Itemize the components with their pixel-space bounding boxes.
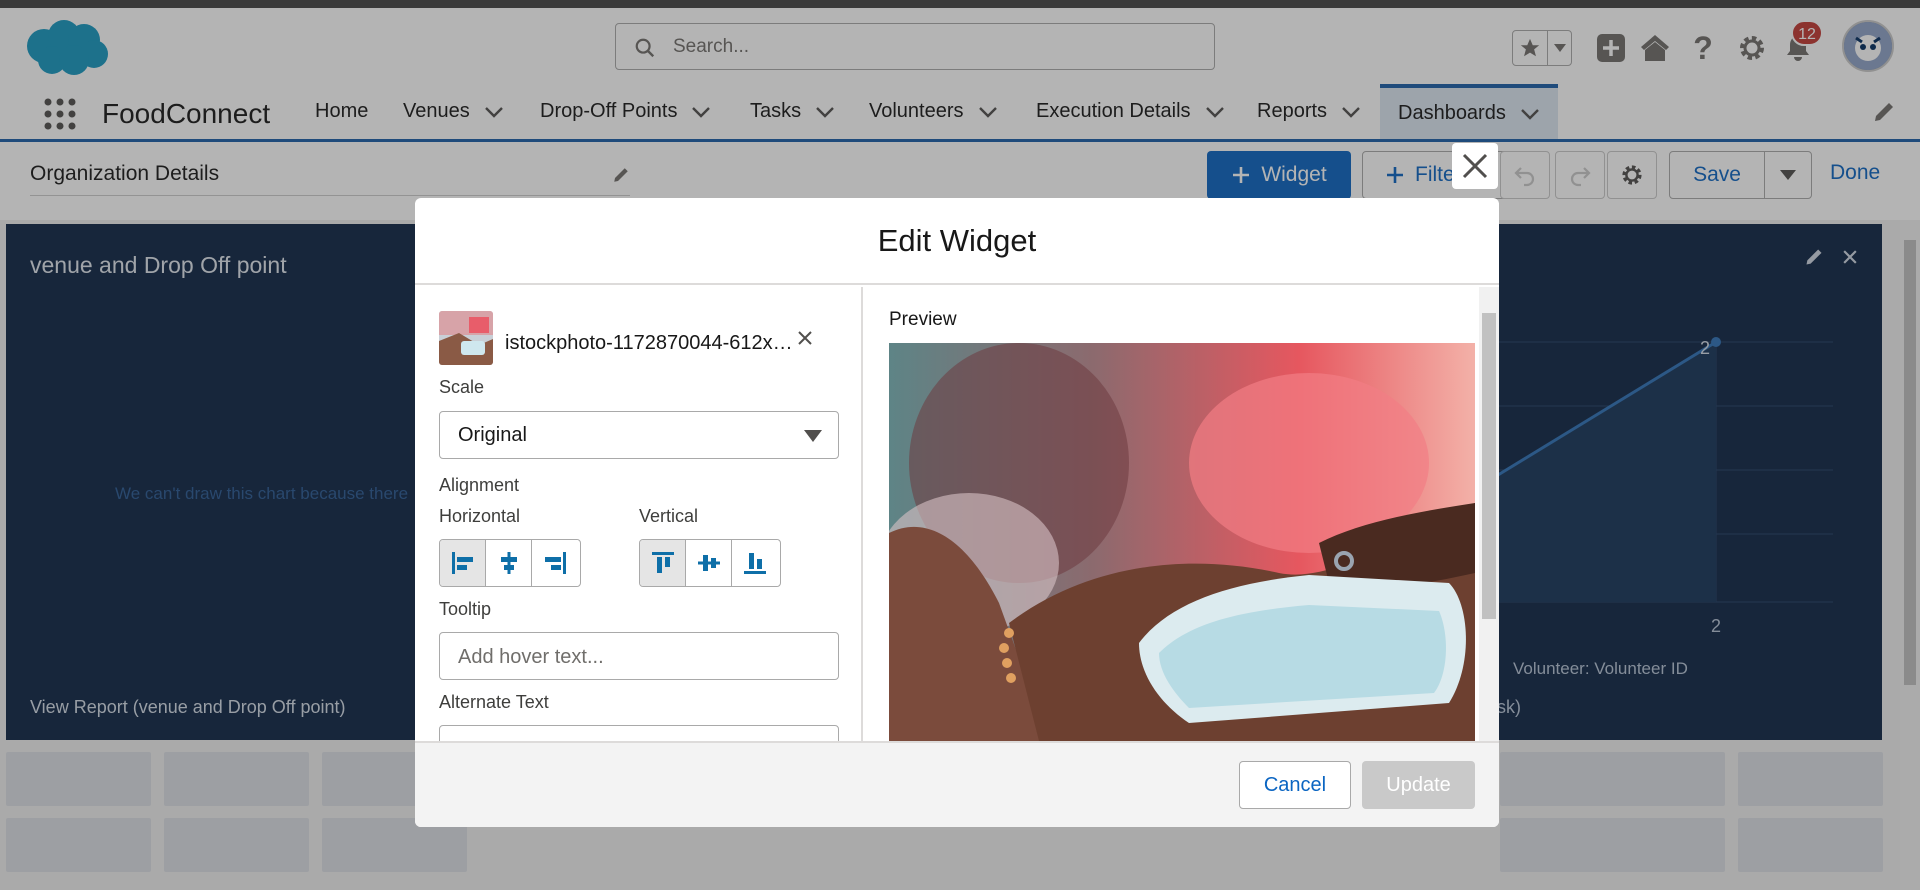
- horizontal-label: Horizontal: [439, 506, 521, 526]
- align-middle-button[interactable]: [686, 540, 732, 586]
- align-left-icon: [451, 552, 473, 574]
- widget-properties-panel: istockphoto-1172870044-612x612.jpg Scale…: [415, 287, 863, 741]
- tooltip-label: Tooltip: [439, 599, 492, 619]
- food-handoff-image: [889, 343, 1475, 741]
- update-button[interactable]: Update: [1362, 761, 1475, 809]
- scale-label: Scale: [439, 377, 485, 397]
- food-handoff-image: [439, 311, 493, 365]
- edit-widget-modal: Edit Widget istockphoto-1172870044-612x6…: [415, 198, 1499, 827]
- preview-scrollbar-thumb[interactable]: [1482, 313, 1496, 619]
- vertical-label: Vertical: [639, 506, 699, 526]
- image-file-name: istockphoto-1172870044-612x612.jpg: [505, 332, 795, 354]
- tooltip-input[interactable]: Add hover text...: [439, 632, 839, 680]
- align-center-icon: [500, 552, 517, 574]
- alternate-text-input[interactable]: [439, 725, 839, 741]
- image-thumbnail: [439, 311, 493, 365]
- modal-header: Edit Widget: [415, 198, 1499, 285]
- align-right-icon: [545, 552, 566, 574]
- preview-panel: Preview: [865, 287, 1499, 741]
- scale-value: Original: [458, 424, 527, 446]
- alignment-label: Alignment: [439, 475, 520, 495]
- alternate-text-label: Alternate Text: [439, 692, 549, 712]
- scale-select[interactable]: Original: [439, 411, 839, 459]
- remove-image-button[interactable]: [790, 323, 820, 353]
- update-label: Update: [1386, 773, 1451, 796]
- close-icon: [1462, 153, 1488, 179]
- preview-image: [889, 343, 1475, 741]
- preview-scrollbar[interactable]: [1479, 287, 1499, 741]
- cancel-label: Cancel: [1263, 773, 1327, 796]
- close-icon: [798, 331, 812, 345]
- vertical-alignment-group: [639, 539, 781, 587]
- cancel-button[interactable]: Cancel: [1239, 761, 1351, 809]
- modal-footer: Cancel Update: [415, 741, 1499, 827]
- modal-body: istockphoto-1172870044-612x612.jpg Scale…: [415, 287, 1499, 741]
- align-top-icon: [651, 552, 674, 573]
- close-modal-button[interactable]: [1452, 143, 1498, 189]
- horizontal-alignment-group: [439, 539, 581, 587]
- align-bottom-icon: [744, 553, 766, 574]
- modal-title: Edit Widget: [877, 222, 1037, 258]
- preview-label: Preview: [889, 309, 957, 330]
- tooltip-placeholder: Add hover text...: [458, 646, 604, 668]
- align-middle-icon: [697, 555, 720, 571]
- align-top-button[interactable]: [640, 540, 686, 586]
- align-center-button[interactable]: [486, 540, 532, 586]
- align-left-button[interactable]: [440, 540, 486, 586]
- chevron-down-icon: [804, 430, 822, 442]
- align-right-button[interactable]: [532, 540, 578, 586]
- align-bottom-button[interactable]: [732, 540, 778, 586]
